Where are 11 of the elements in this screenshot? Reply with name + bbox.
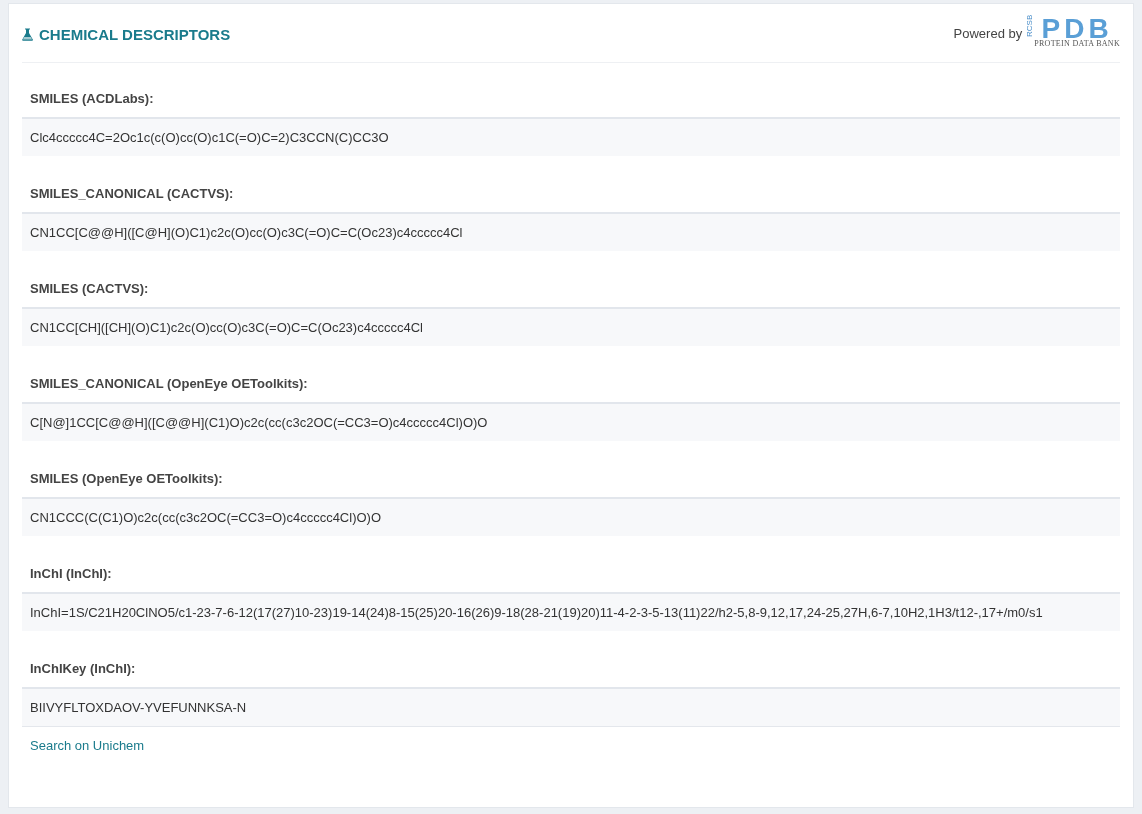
descriptor-value: CN1CCC(C(C1)O)c2c(cc(c3c2OC(=CC3=O)c4ccccc4Cl)O)O: [22, 499, 1120, 536]
descriptor-value: Clc4ccccc4C=2Oc1c(c(O)cc(O)c1C(=O)C=2)C3CCN(C)CC3O: [22, 119, 1120, 156]
panel-title: CHEMICAL DESCRIPTORS: [22, 23, 231, 43]
powered-by-text: Powered by: [953, 25, 1023, 41]
descriptor-value: C[N@]1CC[C@@H]([C@@H](C1)O)c2c(cc(c3c2OC(=CC3=O)c4ccccc4Cl)O)O: [22, 404, 1120, 441]
descriptor-value: CN1CC[C@@H]([C@H](O)C1)c2c(O)cc(O)c3C(=O)C=C(Oc23)c4ccccc4Cl: [22, 214, 1120, 251]
flask-icon: [22, 27, 33, 41]
descriptor-value: InChI=1S/C21H20ClNO5/c1-23-7-6-12(17(27)10-23)19-14(24)8-15(25)20-16(26)9-18(28-21(19)20)11-4-2-3-5-13(11)22/h2-5,8-9,12,17,24-25,27H,6-7,10H2,1H3/t12-,17+/m0/s1: [22, 594, 1120, 631]
descriptor-value: BIIVYFLTOXDAOV-YVEFUNNKSA-N: [22, 689, 1120, 727]
descriptor-value: CN1CC[CH]([CH](O)C1)c2c(O)cc(O)c3C(=O)C=C(Oc23)c4ccccc4Cl: [22, 309, 1120, 346]
unichem-search-link[interactable]: Search on Unichem: [30, 738, 145, 753]
